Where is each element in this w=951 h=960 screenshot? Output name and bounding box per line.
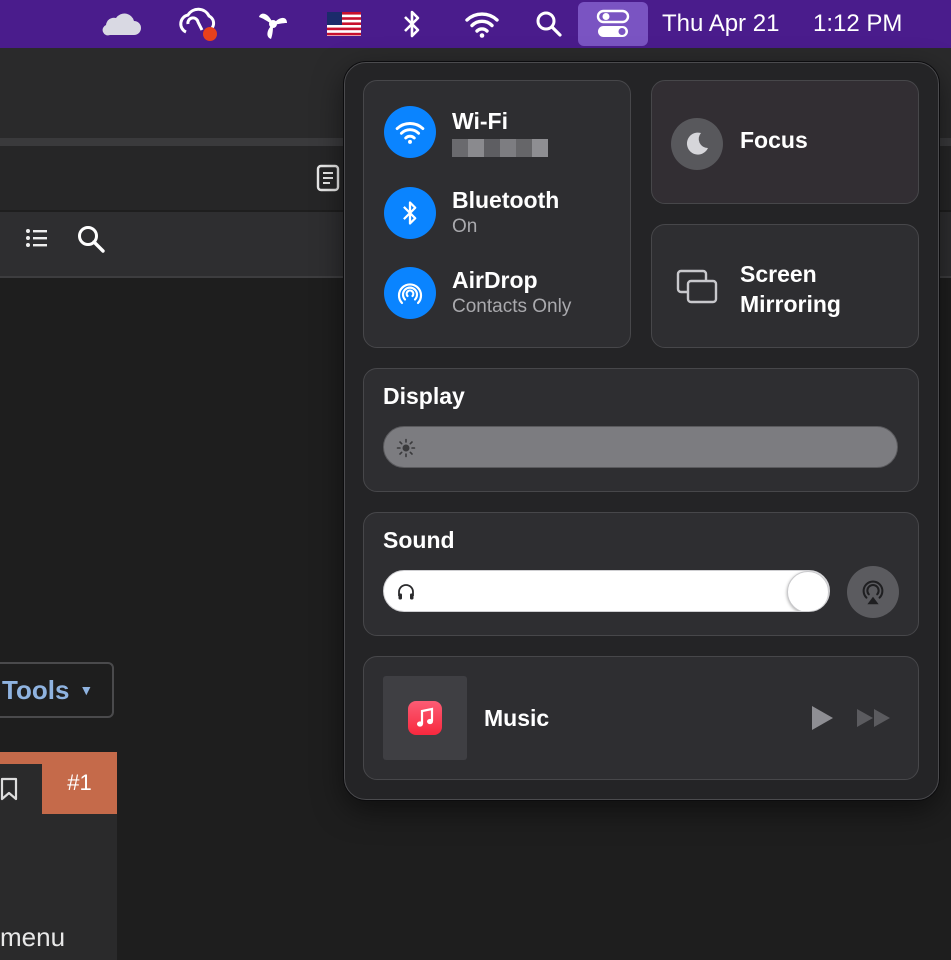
sound-heading: Sound — [383, 527, 455, 553]
bluetooth-icon[interactable] — [396, 0, 428, 48]
focus-label: Focus — [740, 127, 808, 153]
airdrop-status: Contacts Only — [452, 296, 572, 317]
tools-dropdown[interactable]: Tools ▼ — [0, 662, 114, 718]
control-center-panel: Wi-Fi Bluetooth On AirDrop Contacts Only… — [344, 62, 939, 800]
bookmark-icon[interactable] — [0, 777, 18, 806]
connectivity-tile: Wi-Fi Bluetooth On AirDrop Contacts Only — [363, 80, 631, 348]
screen-mirroring-label: Screen Mirroring — [740, 261, 841, 317]
reader-view-icon[interactable] — [316, 164, 340, 197]
wifi-network-name-redacted — [452, 138, 548, 157]
sun-icon — [396, 438, 416, 463]
spotlight-search-icon[interactable] — [532, 0, 566, 48]
creative-cloud-icon[interactable] — [174, 0, 222, 48]
bluetooth-toggle-icon[interactable] — [384, 187, 436, 239]
bluetooth-control[interactable]: Bluetooth On — [384, 187, 559, 239]
splashtop-icon[interactable] — [250, 0, 296, 48]
onedrive-icon[interactable] — [98, 0, 144, 48]
background-menu-text: menu — [0, 922, 66, 952]
display-tile: Display — [363, 368, 919, 492]
music-app-icon — [408, 701, 442, 735]
bluetooth-status: On — [452, 216, 478, 237]
display-heading: Display — [383, 383, 465, 409]
background-card-accent — [0, 752, 42, 764]
focus-tile[interactable]: Focus — [651, 80, 919, 204]
volume-slider[interactable] — [383, 570, 830, 612]
now-playing-app-label: Music — [484, 705, 550, 731]
list-icon[interactable] — [25, 228, 49, 253]
chevron-down-icon: ▼ — [79, 682, 94, 698]
sound-tile: Sound — [363, 512, 919, 636]
now-playing-tile[interactable]: Music — [363, 656, 919, 780]
us-flag-icon[interactable] — [324, 0, 364, 48]
play-icon[interactable] — [810, 705, 834, 736]
album-art — [383, 676, 467, 760]
airdrop-title: AirDrop — [452, 267, 538, 293]
menu-bar: Thu Apr 21 1:12 PM — [0, 0, 951, 48]
wifi-icon[interactable] — [462, 0, 502, 48]
airplay-audio-icon — [862, 580, 884, 605]
screen-mirroring-tile[interactable]: Screen Mirroring — [651, 224, 919, 348]
airdrop-toggle-icon[interactable] — [384, 267, 436, 319]
volume-slider-knob[interactable] — [787, 571, 829, 611]
wifi-title: Wi-Fi — [452, 107, 508, 134]
airdrop-control[interactable]: AirDrop Contacts Only — [384, 267, 571, 319]
screen-mirroring-icon — [676, 269, 718, 310]
headphones-icon — [396, 582, 416, 607]
menu-bar-time[interactable]: 1:12 PM — [813, 0, 902, 48]
control-center-icon[interactable] — [578, 2, 648, 46]
brightness-slider[interactable] — [383, 426, 898, 468]
moon-icon — [671, 118, 723, 170]
menu-bar-date[interactable]: Thu Apr 21 — [662, 0, 779, 48]
wifi-control[interactable]: Wi-Fi — [384, 106, 548, 158]
wifi-toggle-icon[interactable] — [384, 106, 436, 158]
bluetooth-title: Bluetooth — [452, 187, 560, 213]
tools-dropdown-label: Tools — [2, 674, 70, 705]
rank-badge: #1 — [42, 752, 117, 814]
search-icon[interactable] — [76, 224, 106, 259]
airplay-audio-button[interactable] — [847, 566, 899, 618]
fast-forward-icon[interactable] — [856, 708, 892, 733]
